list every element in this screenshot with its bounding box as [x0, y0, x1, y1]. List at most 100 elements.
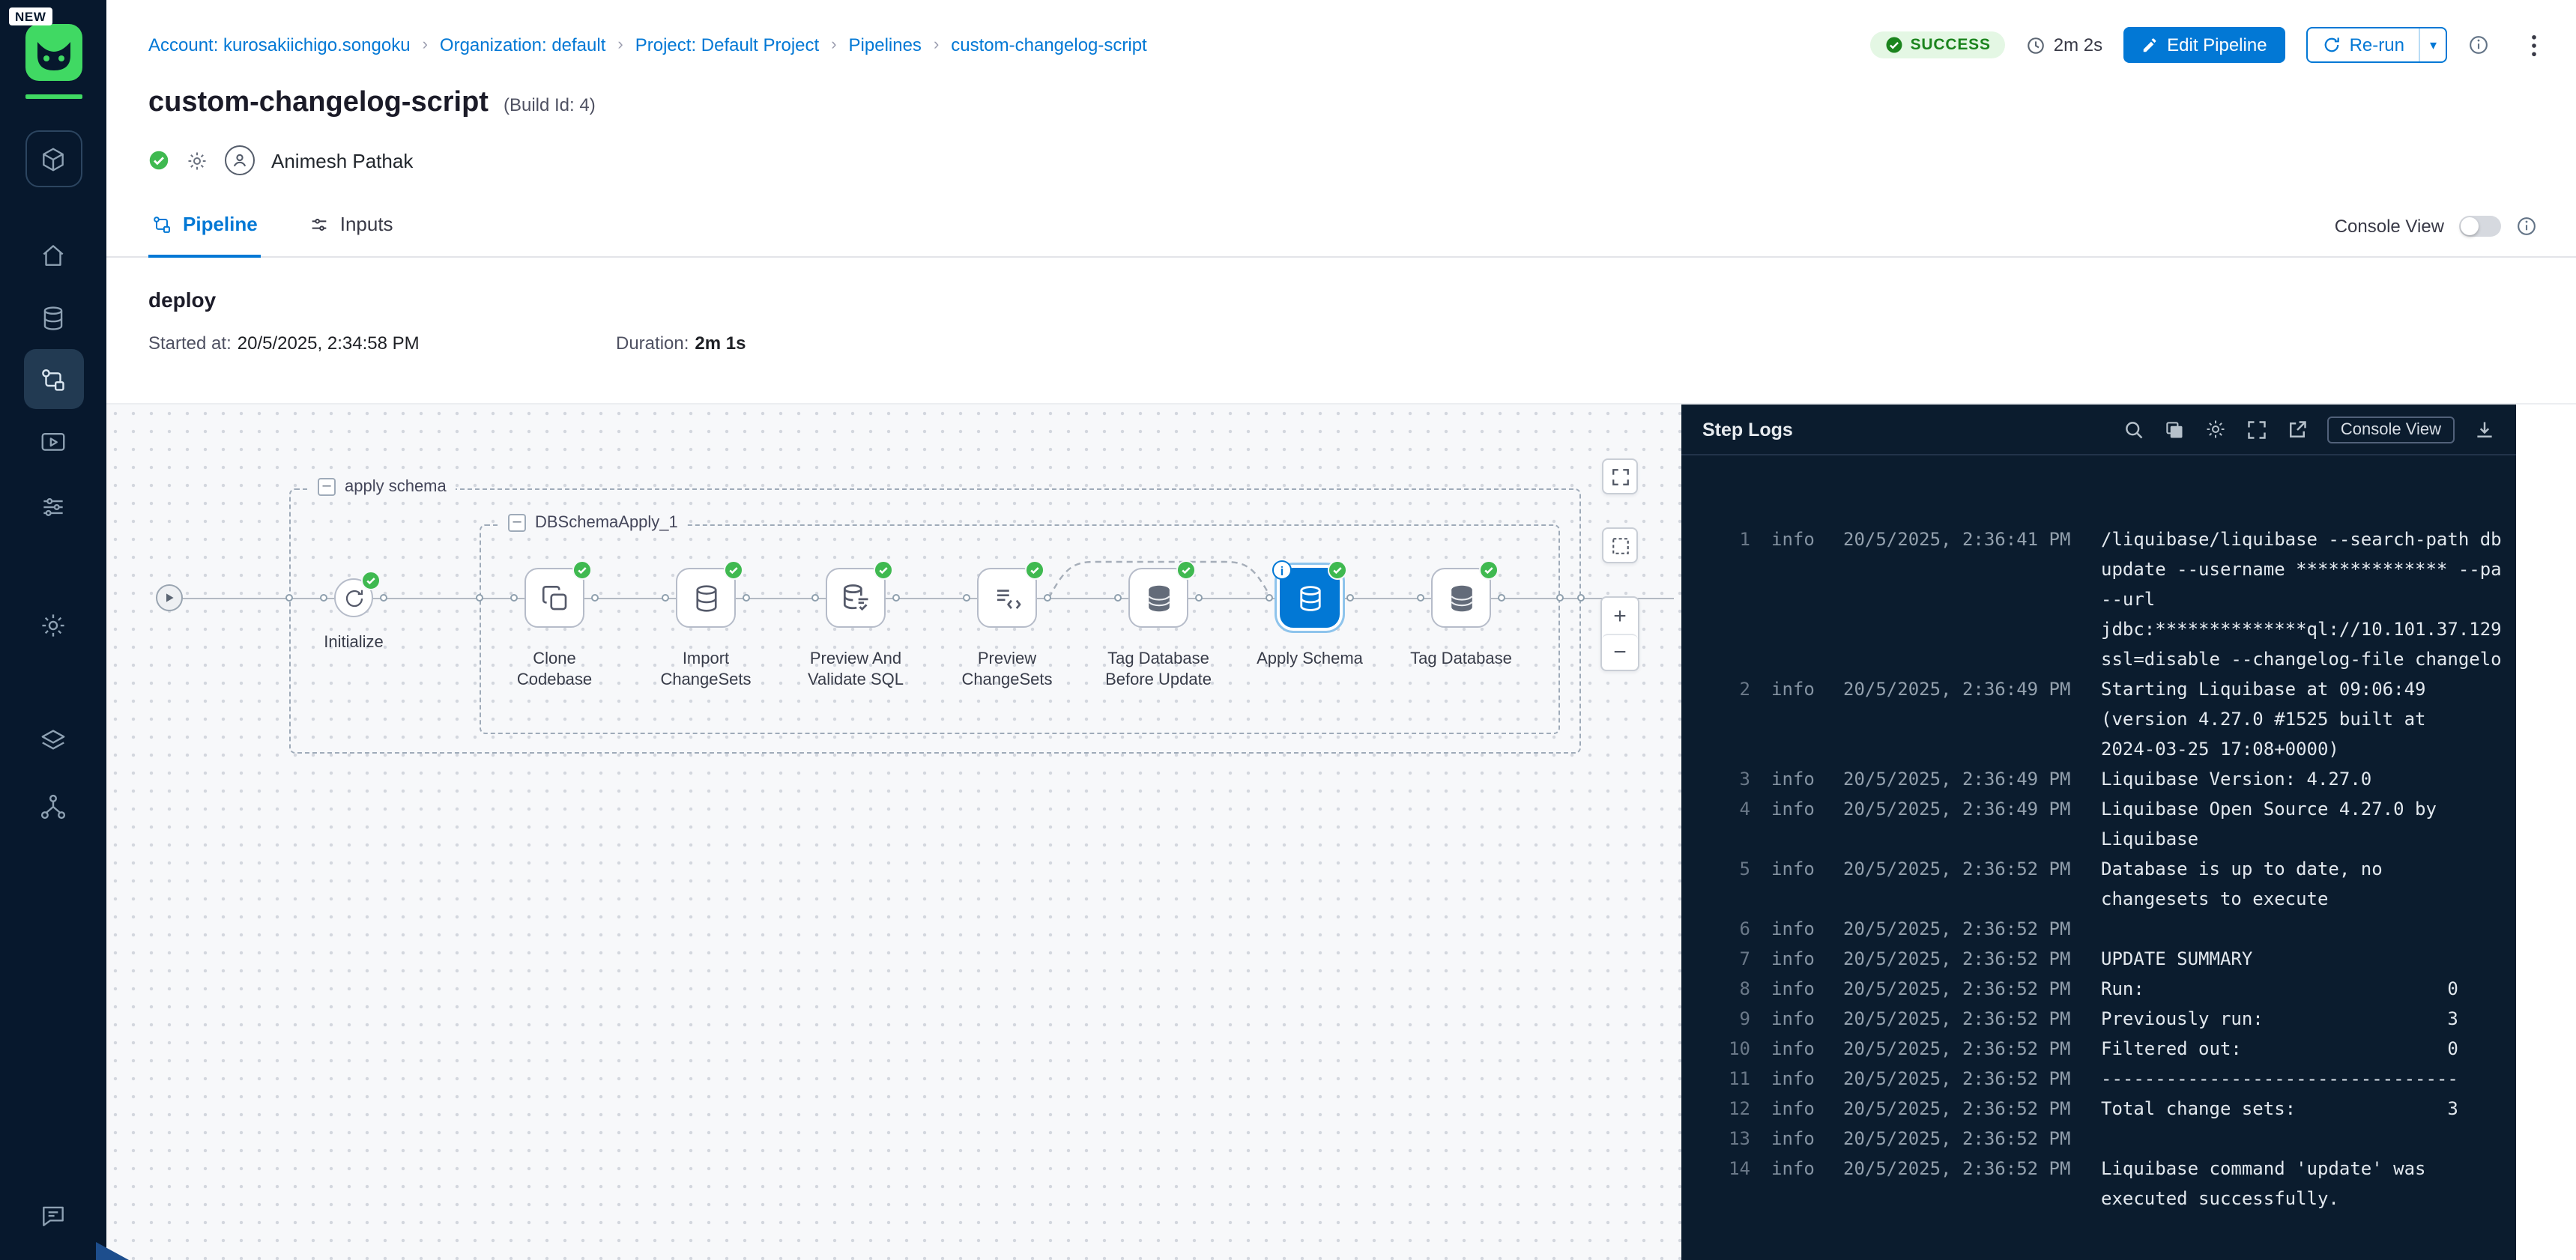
step-logs-header: Step Logs — [1681, 405, 2516, 455]
breadcrumb-link-project-default-project[interactable]: Project: Default Project — [635, 34, 819, 55]
breadcrumb-link-account-kurosakiichigo-songoku[interactable]: Account: kurosakiichigo.songoku — [148, 34, 411, 55]
pipeline-step-initialize[interactable]: Initialize — [306, 578, 402, 653]
home-icon[interactable] — [23, 225, 83, 285]
log-line-number: 13 — [1711, 1124, 1750, 1154]
executions-icon[interactable] — [23, 412, 83, 472]
log-timestamp: 20/5/2025, 2:36:52 PM — [1843, 1154, 2080, 1184]
breadcrumb-link-pipelines[interactable]: Pipelines — [849, 34, 922, 55]
connector-dot — [1346, 594, 1354, 602]
database-tag-icon — [1431, 568, 1491, 628]
connector-dot — [476, 594, 483, 602]
main-area: Account: kurosakiichigo.songoku › Organiza… — [106, 0, 2576, 1260]
breadcrumb-separator: › — [831, 36, 836, 54]
settings-gear-icon[interactable] — [23, 595, 83, 655]
changeset-list-icon — [977, 568, 1037, 628]
log-entry: 1info20/5/2025, 2:36:41 PM/liquibase/liq… — [1711, 524, 2501, 674]
gear-icon[interactable] — [186, 149, 208, 172]
log-timestamp: 20/5/2025, 2:36:52 PM — [1843, 1064, 2080, 1094]
log-line-number: 12 — [1711, 1094, 1750, 1124]
elapsed-time: 2m 2s — [2027, 34, 2102, 55]
success-badge — [724, 560, 743, 580]
stage-started: Started at:20/5/2025, 2:34:58 PM — [148, 333, 616, 355]
connector-dot — [1498, 594, 1505, 602]
pipeline-step-tag-database-before-update[interactable]: Tag Database Before Update — [1098, 568, 1218, 691]
log-copy-icon[interactable] — [2164, 419, 2185, 440]
log-level: info — [1771, 974, 1822, 1004]
rerun-button[interactable]: Re-run ▾ — [2306, 27, 2447, 63]
tab-pipeline[interactable]: Pipeline — [148, 194, 261, 257]
start-node[interactable] — [156, 584, 183, 611]
connector-dot — [380, 594, 387, 602]
breadcrumb-link-custom-changelog-script[interactable]: custom-changelog-script — [951, 34, 1146, 55]
breadcrumb: Account: kurosakiichigo.songoku › Organiza… — [148, 34, 1147, 55]
log-line-number: 2 — [1711, 674, 1750, 704]
log-line-number: 9 — [1711, 1004, 1750, 1034]
rerun-dropdown-caret[interactable]: ▾ — [2419, 28, 2446, 61]
connector-dot — [963, 594, 970, 602]
zoom-out-button[interactable]: − — [1602, 634, 1638, 670]
canvas-select-icon[interactable] — [1602, 527, 1638, 563]
header-actions: SUCCESS 2m 2s Edit Pipeline Re-run — [1870, 27, 2537, 63]
log-entry: 8info20/5/2025, 2:36:52 PMRun: 0 — [1711, 974, 2501, 1004]
success-badge — [1479, 560, 1499, 580]
collapse-icon[interactable]: – — [318, 478, 336, 496]
new-badge: NEW — [9, 7, 52, 25]
log-entries[interactable]: 1info20/5/2025, 2:36:41 PM/liquibase/liq… — [1681, 455, 2516, 1214]
success-badge — [1176, 560, 1196, 580]
connectors-icon[interactable] — [23, 776, 83, 836]
log-timestamp: 20/5/2025, 2:36:52 PM — [1843, 854, 2080, 884]
log-timestamp: 20/5/2025, 2:36:52 PM — [1843, 1034, 2080, 1064]
connector-dot — [285, 594, 293, 602]
log-timestamp: 20/5/2025, 2:36:52 PM — [1843, 914, 2080, 944]
console-view-info-icon[interactable] — [2516, 215, 2537, 236]
stage-duration: Duration:2m 1s — [616, 333, 746, 355]
pipeline-tab-icon — [151, 213, 172, 234]
log-timestamp: 20/5/2025, 2:36:52 PM — [1843, 1004, 2080, 1034]
connector-dot — [510, 594, 518, 602]
zoom-in-button[interactable]: + — [1602, 598, 1638, 634]
database-validate-icon — [826, 568, 886, 628]
collapse-icon[interactable]: – — [508, 514, 526, 532]
log-timestamp: 20/5/2025, 2:36:52 PM — [1843, 944, 2080, 974]
module-cube-icon[interactable] — [25, 130, 82, 187]
pipeline-step-preview-and-validate-sql[interactable]: Preview And Validate SQL — [796, 568, 916, 691]
pipeline-step-import-changesets[interactable]: Import ChangeSets — [646, 568, 766, 691]
log-line-number: 5 — [1711, 854, 1750, 884]
stage-container-label: apply schema — [345, 478, 447, 496]
more-options-icon[interactable] — [2531, 34, 2537, 56]
log-search-icon[interactable] — [2123, 419, 2144, 440]
log-download-icon[interactable] — [2474, 419, 2495, 440]
log-level: info — [1771, 1004, 1822, 1034]
info-icon[interactable] — [2468, 34, 2489, 55]
pipelines-icon[interactable] — [23, 349, 83, 409]
breadcrumb-link-organization-default[interactable]: Organization: default — [440, 34, 606, 55]
layers-icon[interactable] — [23, 710, 83, 770]
canvas-controls: + − — [1600, 458, 1639, 671]
log-message: Liquibase Version: 4.27.0 — [2101, 764, 2501, 794]
edit-pipeline-button[interactable]: Edit Pipeline — [2123, 27, 2285, 63]
pipeline-step-apply-schema[interactable]: iApply Schema — [1250, 568, 1370, 670]
stage-name: deploy — [148, 288, 2534, 315]
pipeline-graph-canvas[interactable]: – apply schema – DBSchemaApply_1 In — [106, 405, 1681, 1260]
tab-inputs[interactable]: Inputs — [306, 194, 396, 257]
log-line-number: 8 — [1711, 974, 1750, 1004]
app-logo[interactable] — [25, 24, 82, 81]
log-line-number: 10 — [1711, 1034, 1750, 1064]
pipeline-step-preview-changesets[interactable]: Preview ChangeSets — [947, 568, 1067, 691]
log-settings-icon[interactable] — [2204, 418, 2227, 440]
log-level: info — [1771, 944, 1822, 974]
pipeline-step-tag-database[interactable]: Tag Database — [1401, 568, 1521, 670]
sliders-icon[interactable] — [23, 476, 83, 536]
pipeline-step-clone-codebase[interactable]: Clone Codebase — [495, 568, 614, 691]
log-external-link-icon[interactable] — [2287, 419, 2308, 440]
help-chat-icon[interactable] — [23, 1185, 83, 1245]
log-fullscreen-icon[interactable] — [2246, 419, 2267, 440]
log-console-view-button[interactable]: Console View — [2327, 416, 2455, 443]
success-badge — [874, 560, 893, 580]
canvas-fullscreen-icon[interactable] — [1602, 458, 1638, 494]
repositories-icon[interactable] — [23, 288, 83, 348]
console-view-toggle[interactable] — [2459, 215, 2501, 236]
step-label: Tag Database — [1410, 649, 1512, 670]
connector-dot — [1556, 594, 1564, 602]
log-level: info — [1771, 1154, 1822, 1184]
